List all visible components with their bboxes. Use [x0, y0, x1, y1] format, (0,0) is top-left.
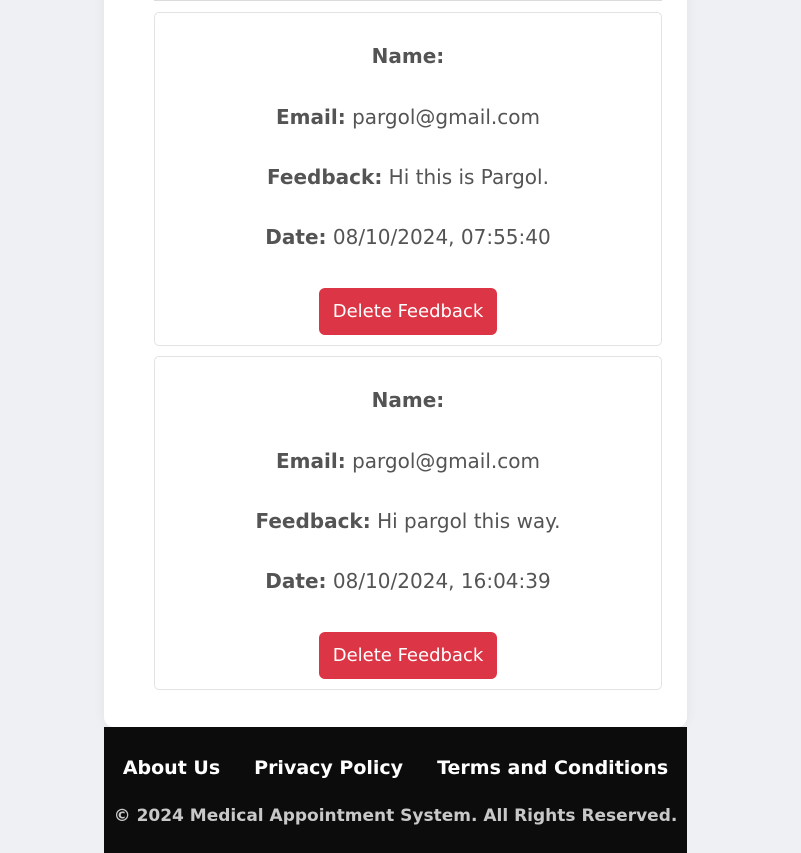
feedback-value: Hi this is Pargol. [388, 165, 549, 189]
feedback-value: Hi pargol this way. [377, 509, 561, 533]
date-value: 08/10/2024, 16:04:39 [332, 569, 551, 593]
feedback-field: Feedback: Hi pargol this way. [155, 508, 661, 534]
about-us-link[interactable]: About Us [123, 757, 220, 779]
feedback-label: Feedback: [267, 165, 383, 189]
email-label: Email: [275, 449, 346, 473]
date-label: Date: [265, 225, 327, 249]
email-label: Email: [275, 105, 346, 129]
email-value: pargol@gmail.com [352, 449, 540, 473]
feedback-card: Name: Email: pargol@gmail.com Feedback: … [154, 12, 662, 346]
name-label: Name: [371, 44, 445, 68]
site-footer: About Us Privacy Policy Terms and Conditio… [104, 727, 687, 853]
delete-feedback-button[interactable]: Delete Feedback [319, 288, 497, 335]
footer-links: About Us Privacy Policy Terms and Conditio… [104, 755, 687, 781]
feedback-field: Feedback: Hi this is Pargol. [155, 164, 661, 190]
feedback-label: Feedback: [255, 509, 371, 533]
privacy-policy-link[interactable]: Privacy Policy [254, 757, 403, 779]
date-value: 08/10/2024, 07:55:40 [332, 225, 551, 249]
name-label: Name: [371, 388, 445, 412]
feedback-card: Name: Email: pargol@gmail.com Feedback: … [154, 356, 662, 690]
name-field: Name: [155, 43, 661, 69]
email-field: Email: pargol@gmail.com [155, 104, 661, 130]
previous-card-edge [154, 0, 662, 1]
delete-feedback-button[interactable]: Delete Feedback [319, 632, 497, 679]
date-field: Date: 08/10/2024, 16:04:39 [155, 568, 661, 594]
date-label: Date: [265, 569, 327, 593]
email-field: Email: pargol@gmail.com [155, 448, 661, 474]
email-value: pargol@gmail.com [352, 105, 540, 129]
date-field: Date: 08/10/2024, 07:55:40 [155, 224, 661, 250]
copyright-text: © 2024 Medical Appointment System. All R… [113, 806, 678, 826]
terms-and-conditions-link[interactable]: Terms and Conditions [437, 757, 668, 779]
name-field: Name: [155, 387, 661, 413]
